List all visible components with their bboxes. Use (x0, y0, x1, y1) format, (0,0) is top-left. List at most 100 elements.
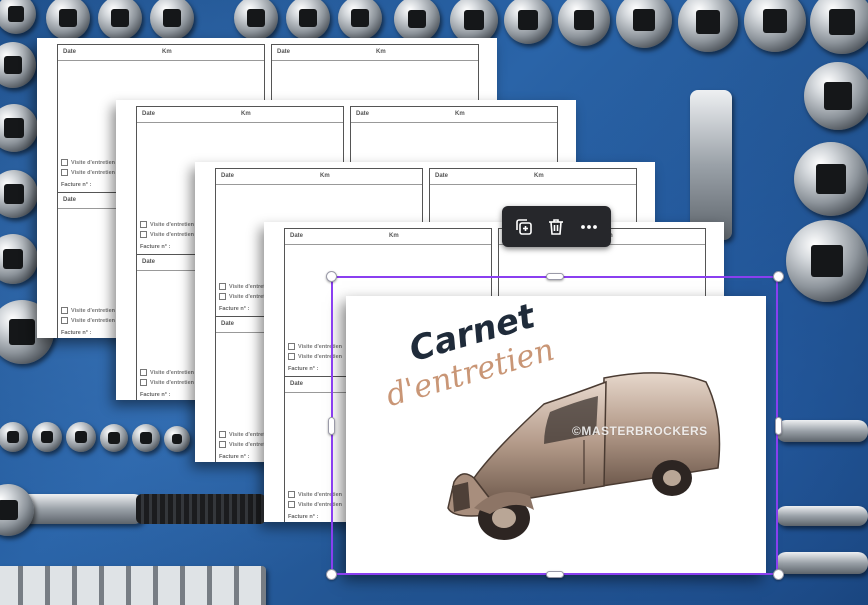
km-label: Km (455, 111, 465, 117)
checkbox-label: Visite d'entretien (150, 370, 194, 376)
resize-handle-bottom-right[interactable] (773, 569, 784, 580)
checkbox[interactable] (219, 441, 226, 448)
checkbox[interactable] (288, 501, 295, 508)
socket (150, 0, 194, 40)
more-horizontal-icon (580, 224, 597, 229)
resize-handle-bottom-left[interactable] (326, 569, 337, 580)
date-label: Date (221, 321, 235, 327)
checkbox[interactable] (219, 293, 226, 300)
checkbox-label: Visite d'entretien (71, 170, 115, 176)
date-label: Date (290, 381, 304, 387)
date-label: Date (290, 233, 304, 239)
socket (132, 424, 160, 452)
duplicate-icon (516, 218, 532, 235)
socket-row (0, 566, 266, 605)
km-label: Km (389, 233, 399, 239)
delete-button[interactable] (542, 213, 570, 241)
socket (744, 0, 806, 52)
checkbox[interactable] (288, 353, 295, 360)
socket (786, 220, 868, 302)
checkbox[interactable] (140, 221, 147, 228)
resize-handle-top[interactable] (546, 273, 564, 280)
checkbox-label: Visite d'entretien (71, 308, 115, 314)
resize-handle-top-left[interactable] (326, 271, 337, 282)
invoice-label: Facture n° : (288, 514, 319, 520)
adapter (776, 506, 868, 526)
socket (504, 0, 552, 44)
checkbox[interactable] (140, 379, 147, 386)
socket (100, 424, 128, 452)
invoice-label: Facture n° : (61, 182, 92, 188)
checkbox[interactable] (219, 283, 226, 290)
socket (0, 422, 28, 452)
checkbox-label: Visite d'entretien (150, 380, 194, 386)
date-label: Date (277, 49, 291, 55)
socket (0, 104, 38, 152)
invoice-label: Facture n° : (140, 244, 171, 250)
more-options-button[interactable] (575, 213, 603, 241)
checkbox-label: Visite d'entretien (298, 354, 342, 360)
checkbox[interactable] (140, 231, 147, 238)
checkbox-label: Visite d'entretien (150, 232, 194, 238)
socket (286, 0, 330, 40)
socket (804, 62, 868, 130)
checkbox[interactable] (219, 431, 226, 438)
duplicate-button[interactable] (510, 213, 538, 241)
date-label: Date (435, 173, 449, 179)
socket (46, 0, 90, 40)
checkbox[interactable] (288, 491, 295, 498)
socket (558, 0, 610, 46)
invoice-label: Facture n° : (219, 454, 250, 460)
invoice-label: Facture n° : (288, 366, 319, 372)
km-label: Km (320, 173, 330, 179)
resize-handle-right[interactable] (775, 417, 782, 435)
cover-page[interactable]: Carnet d'entretien ©MASTERBROCKERS (346, 296, 766, 574)
socket (810, 0, 868, 54)
socket (0, 42, 36, 88)
checkbox[interactable] (61, 169, 68, 176)
socket (616, 0, 672, 48)
km-label: Km (241, 111, 251, 117)
checkbox-label: Visite d'entretien (71, 160, 115, 166)
resize-handle-top-right[interactable] (773, 271, 784, 282)
checkbox[interactable] (288, 343, 295, 350)
km-label: Km (376, 49, 386, 55)
resize-handle-left[interactable] (328, 417, 335, 435)
date-label: Date (63, 197, 77, 203)
socket (0, 0, 36, 34)
socket (0, 234, 38, 284)
checkbox-label: Visite d'entretien (298, 344, 342, 350)
invoice-label: Facture n° : (219, 306, 250, 312)
checkbox-label: Visite d'entretien (71, 318, 115, 324)
checkbox-label: Visite d'entretien (298, 502, 342, 508)
invoice-label: Facture n° : (140, 392, 171, 398)
ratchet-grip (136, 494, 266, 524)
checkbox[interactable] (61, 159, 68, 166)
checkbox[interactable] (140, 369, 147, 376)
socket (678, 0, 738, 52)
trash-icon (549, 218, 564, 235)
screwdriver-tip (776, 420, 868, 442)
watermark: ©MASTERBROCKERS (572, 424, 708, 438)
checkbox[interactable] (61, 317, 68, 324)
socket (794, 142, 868, 216)
socket (66, 422, 96, 452)
resize-handle-bottom[interactable] (546, 571, 564, 578)
checkbox-label: Visite d'entretien (150, 222, 194, 228)
date-label: Date (142, 259, 156, 265)
date-label: Date (221, 173, 235, 179)
km-label: Km (534, 173, 544, 179)
checkbox-label: Visite d'entretien (298, 492, 342, 498)
invoice-label: Facture n° : (61, 330, 92, 336)
socket (164, 426, 190, 452)
adapter (776, 552, 868, 574)
socket (0, 170, 38, 218)
date-label: Date (142, 111, 156, 117)
socket (32, 422, 62, 452)
extension-bar (690, 90, 732, 240)
socket (394, 0, 440, 42)
element-toolbar (502, 206, 611, 247)
checkbox[interactable] (61, 307, 68, 314)
socket (234, 0, 278, 40)
ratchet-head (0, 484, 34, 536)
